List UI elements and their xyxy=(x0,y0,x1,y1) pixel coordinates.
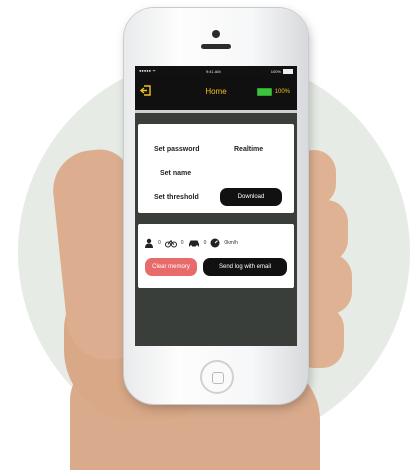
bike-count: 0 xyxy=(180,240,184,246)
phone: ●●●●● ᯤ 9:41 AM 100% Home 100% Set passw… xyxy=(124,8,308,404)
realtime-button[interactable]: Realtime xyxy=(234,146,263,153)
clear-memory-button[interactable]: Clear memory xyxy=(145,258,197,276)
battery-icon xyxy=(256,88,272,96)
person-count: 0 xyxy=(158,240,161,246)
send-log-button[interactable]: Send log with email xyxy=(203,258,287,276)
home-button[interactable] xyxy=(200,360,234,394)
carrier-signal: ●●●●● ᯤ xyxy=(139,68,156,73)
stats-row: 0 0 0 0km/h xyxy=(144,238,290,248)
set-password-button[interactable]: Set password xyxy=(154,146,200,153)
car-count: 0 xyxy=(203,240,207,246)
speedometer-icon xyxy=(210,238,220,248)
set-name-button[interactable]: Set name xyxy=(160,170,191,177)
set-threshold-button[interactable]: Set threshold xyxy=(154,194,199,201)
clock: 9:41 AM xyxy=(205,68,221,74)
bicycle-icon xyxy=(164,240,177,248)
device-battery-label: 100% xyxy=(274,89,290,95)
front-camera xyxy=(212,30,220,38)
status-battery: 100% xyxy=(270,68,293,74)
status-bar: ●●●●● ᯤ 9:41 AM 100% xyxy=(135,66,297,76)
battery-icon xyxy=(282,68,293,74)
person-icon xyxy=(145,238,153,248)
earpiece-speaker xyxy=(201,44,231,49)
log-panel: 0 0 0 0km/h Clear memory Send log with e… xyxy=(138,224,294,288)
speed-value: 0km/h xyxy=(224,240,238,246)
phone-screen: ●●●●● ᯤ 9:41 AM 100% Home 100% Set passw… xyxy=(135,66,297,346)
nav-bar: Home 100% xyxy=(135,76,297,110)
download-button[interactable]: Download xyxy=(220,188,282,206)
status-battery-label: 100% xyxy=(270,68,281,74)
settings-panel: Set password Realtime Set name Set thres… xyxy=(138,124,294,213)
device-battery: 100% xyxy=(256,88,290,96)
car-icon xyxy=(188,240,199,248)
divider xyxy=(135,110,297,113)
